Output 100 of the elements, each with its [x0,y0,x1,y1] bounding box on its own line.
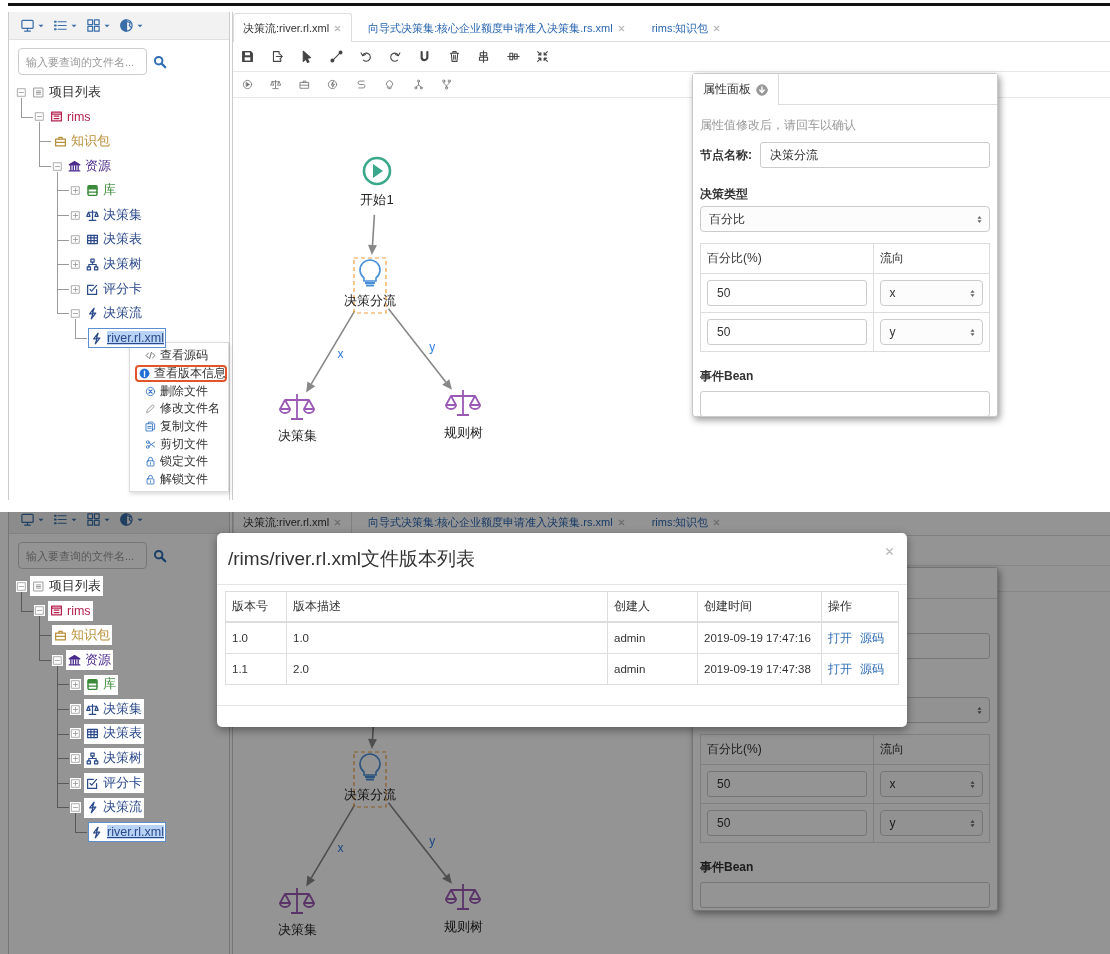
action-link[interactable]: 源码 [860,631,884,644]
expand-toggle[interactable] [70,777,81,789]
monitor-icon[interactable] [20,512,35,527]
briefcase-icon[interactable] [298,79,310,90]
collapse-toggle[interactable] [34,111,45,123]
scale-icon[interactable] [270,79,282,90]
close-icon[interactable] [712,24,722,33]
collapse-toggle[interactable] [52,160,63,172]
close-icon[interactable] [884,546,895,557]
search-field[interactable]: 输入要查询的文件名... [18,48,147,75]
menu-item[interactable]: 修改文件名 [135,400,227,418]
tab[interactable]: 向导式决策集:核心企业额度申请准入决策集.rs.xml [358,512,636,536]
expand-toggle[interactable] [70,185,81,197]
align-middle-icon[interactable] [506,50,520,63]
pointer-icon[interactable] [300,50,314,63]
collapse-toggle[interactable] [34,605,45,617]
search-icon[interactable] [153,54,167,69]
collapse-toggle[interactable] [70,802,81,814]
expand-toggle[interactable] [70,679,81,691]
menu-item[interactable]: 锁定文件 [135,453,227,471]
tree-item[interactable]: river.rl.xml [88,328,166,349]
close-icon[interactable] [616,518,626,527]
expand-toggle[interactable] [70,752,81,764]
menu-item[interactable]: 删除文件 [135,382,227,401]
grid-icon[interactable] [86,512,101,527]
expand-toggle[interactable] [70,258,81,270]
select-field[interactable]: x [880,280,983,306]
trash-icon[interactable] [447,50,461,63]
scale-icon[interactable] [279,393,315,420]
action-link[interactable]: 源码 [860,662,884,675]
input-field[interactable]: 50 [707,810,868,836]
select-field[interactable]: x [880,771,983,797]
tab[interactable]: 决策流:river.rl.xml [233,13,353,42]
tree-item[interactable]: 库 [84,674,118,695]
input-field[interactable]: 50 [707,280,868,306]
menu-item[interactable]: 复制文件 [135,417,227,436]
collapse-toggle[interactable] [16,580,27,592]
input-field[interactable]: 50 [707,771,868,797]
scale-icon[interactable] [445,883,481,910]
tree-item[interactable]: rims [48,600,93,621]
globe-icon[interactable] [119,512,134,527]
tree-item[interactable]: 决策集 [84,699,144,720]
start-node-icon[interactable] [362,156,392,186]
connector-icon[interactable] [329,50,343,63]
tab[interactable]: 向导式决策集:核心企业额度申请准入决策集.rs.xml [358,14,636,42]
panel-tab[interactable]: 属性面板 [693,74,779,105]
tree-item[interactable]: 决策树 [84,748,144,769]
lightning-circle-icon[interactable] [327,79,339,90]
tab[interactable]: rims:知识包 [641,512,732,536]
redo-icon[interactable] [388,50,402,63]
action-link[interactable]: 打开 [828,631,852,644]
close-icon[interactable] [712,518,722,527]
input-field[interactable]: 50 [707,319,868,345]
scale-icon[interactable] [445,389,481,416]
collapse-toggle[interactable] [70,308,81,320]
collapse-arrows-icon[interactable] [536,50,550,63]
menu-item[interactable]: 剪切文件 [135,435,227,454]
tree-item[interactable]: 项目列表 [30,576,103,597]
undo-icon[interactable] [359,50,373,63]
bulb-icon[interactable] [359,753,381,781]
search-icon[interactable] [153,548,167,563]
expand-toggle[interactable] [70,728,81,740]
grid-icon[interactable] [86,18,101,33]
s-curve-icon[interactable] [355,79,367,90]
save-icon[interactable] [241,50,255,63]
input-field[interactable] [700,391,990,417]
collapse-toggle[interactable] [52,654,63,666]
menu-item[interactable]: 解锁文件 [135,470,227,489]
select-field[interactable]: 百分比 [700,206,990,232]
tree-item[interactable]: 资源 [66,650,113,671]
bulb-icon[interactable] [384,79,396,90]
close-icon[interactable] [616,24,626,33]
tab[interactable]: rims:知识包 [641,14,732,42]
tab[interactable]: 决策流:river.rl.xml [233,512,353,536]
action-link[interactable]: 打开 [828,662,852,675]
fork-icon[interactable] [412,79,424,90]
play-circle-icon[interactable] [241,79,253,90]
branch-icon[interactable] [441,79,453,90]
globe-icon[interactable] [119,18,134,33]
menu-item[interactable]: 查看源码 [135,347,227,365]
scale-icon[interactable] [279,887,315,914]
list-icon[interactable] [53,18,68,33]
tree-item[interactable]: 评分卡 [84,773,144,794]
expand-toggle[interactable] [70,283,81,295]
export-icon[interactable] [270,50,284,63]
close-icon[interactable] [333,517,343,527]
tree-item[interactable]: river.rl.xml [88,822,166,843]
expand-toggle[interactable] [70,234,81,246]
select-field[interactable]: y [880,319,983,345]
collapse-toggle[interactable] [16,86,27,98]
list-icon[interactable] [53,512,68,527]
align-center-icon[interactable] [477,50,491,63]
input-field[interactable]: 决策分流 [760,142,990,168]
tree-item[interactable]: 决策表 [84,723,144,744]
expand-toggle[interactable] [70,703,81,715]
select-field[interactable]: y [880,810,983,836]
monitor-icon[interactable] [20,18,35,33]
input-field[interactable] [700,882,990,908]
tree-item[interactable]: 决策流 [84,797,144,818]
expand-toggle[interactable] [70,209,81,221]
